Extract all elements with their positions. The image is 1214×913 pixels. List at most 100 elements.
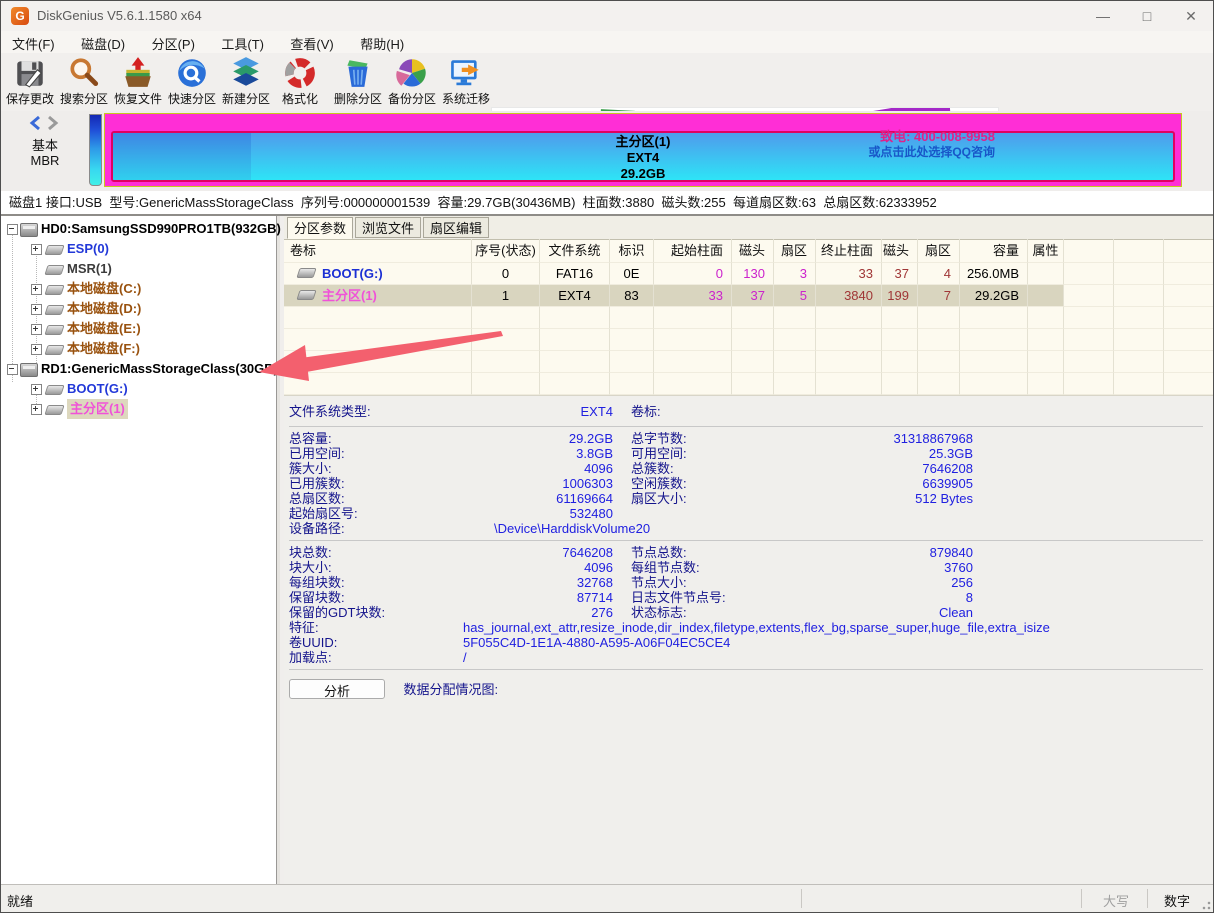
tree-item-msr[interactable]: MSR(1) (1, 259, 276, 279)
partition-block[interactable]: 主分区(1) EXT4 29.2GB (111, 131, 1175, 182)
menu-bar: 文件(F) 磁盘(D) 分区(P) 工具(T) 查看(V) 帮助(H) (1, 31, 1213, 53)
tree-item-esp[interactable]: ESP(0) (1, 239, 276, 259)
table-row-primary-selected[interactable]: 主分区(1) 1 EXT4 83 33 37 5 3840 199 7 29.2… (284, 285, 1213, 307)
partition-icon (44, 285, 65, 295)
quick-partition-button[interactable]: 快速分区 (165, 55, 219, 109)
tree-item-primary-partition[interactable]: 主分区(1) (1, 399, 276, 419)
resize-grip[interactable] (1199, 898, 1211, 910)
detail-panel: 分区参数 浏览文件 扇区编辑 卷标 序号(状态) 文件系统 标识 起始柱面 磁头… (284, 216, 1213, 886)
delete-partition-button[interactable]: 删除分区 (331, 55, 385, 109)
tree-item-rd1[interactable]: RD1:GenericMassStorageClass(30GB) (1, 359, 278, 379)
title-bar: G DiskGenius V5.6.1.1580 x64 — □ ✕ (1, 1, 1213, 32)
monitor-arrow-icon (451, 60, 479, 86)
menu-partition[interactable]: 分区(P) (141, 31, 206, 53)
table-row-boot[interactable]: BOOT(G:) 0 FAT16 0E 0 130 3 33 37 4 256.… (284, 263, 1213, 285)
collapse-icon[interactable] (7, 364, 18, 375)
tree-item-disk-f[interactable]: 本地磁盘(F:) (1, 339, 276, 359)
empty-row (284, 307, 1213, 329)
tree-item-disk-d[interactable]: 本地磁盘(D:) (1, 299, 276, 319)
tree-item-boot-g[interactable]: BOOT(G:) (1, 379, 276, 399)
partition-icon (296, 268, 317, 278)
minimize-button[interactable]: — (1081, 1, 1125, 31)
caps-lock-indicator: 大写 (1102, 894, 1129, 909)
tree-item-disk-e[interactable]: 本地磁盘(E:) (1, 319, 276, 339)
app-icon: G (11, 7, 29, 25)
tree-item-disk-c[interactable]: 本地磁盘(C:) (1, 279, 276, 299)
status-divider (801, 889, 802, 908)
menu-view[interactable]: 查看(V) (279, 31, 344, 53)
disk-nav-arrows[interactable] (27, 115, 67, 131)
tab-sector-edit[interactable]: 扇区编辑 (423, 217, 489, 238)
next-disk-icon (48, 115, 59, 131)
filler-column (1164, 239, 1213, 263)
partition-scheme-label: MBR (30, 153, 60, 168)
expand-icon[interactable] (31, 284, 42, 295)
menu-help[interactable]: 帮助(H) (349, 31, 415, 53)
expand-icon[interactable] (31, 384, 42, 395)
system-migration-button[interactable]: 系统迁移 (439, 55, 493, 109)
partition-icon (44, 405, 65, 415)
format-icon (285, 58, 315, 88)
partition-block-text: 主分区(1) EXT4 29.2GB (615, 134, 671, 181)
recover-icon (125, 57, 151, 87)
trash-icon (347, 60, 368, 87)
save-icon (17, 61, 43, 88)
menu-disk[interactable]: 磁盘(D) (70, 31, 136, 53)
num-lock-indicator: 数字 (1163, 894, 1190, 909)
partition-icon (44, 325, 65, 335)
collapse-icon[interactable] (7, 224, 18, 235)
divider (289, 540, 1203, 541)
ad-qq-link[interactable]: 或点击此处选择QQ咨询 (868, 143, 995, 160)
partition-icon (44, 265, 65, 275)
toolbar: 保存更改 搜索分区 恢复文件 快速分区 新建分区 格式化 删除分区 备份分区 系… (1, 53, 1213, 162)
backup-partition-button[interactable]: 备份分区 (385, 55, 439, 109)
analyze-button[interactable]: 分析 (289, 679, 385, 699)
tab-browse-files[interactable]: 浏览文件 (355, 217, 421, 238)
maximize-button[interactable]: □ (1125, 1, 1169, 31)
partition-overview-panel: 基本 MBR 主分区(1) EXT4 29.2GB (1, 111, 1213, 192)
hdd-icon (20, 223, 38, 237)
diskgenius-window: G DiskGenius V5.6.1.1580 x64 — □ ✕ 文件(F)… (0, 0, 1214, 913)
format-button[interactable]: 格式化 (273, 55, 327, 109)
recover-files-button[interactable]: 恢复文件 (111, 55, 165, 109)
hdd-icon (20, 363, 38, 377)
empty-row (284, 373, 1213, 395)
disk-bar[interactable]: 主分区(1) EXT4 29.2GB (104, 113, 1182, 187)
expand-icon[interactable] (31, 324, 42, 335)
empty-row (284, 329, 1213, 351)
disk-type-label: 基本 (31, 138, 58, 153)
uuid-row: 卷UUID: 5F055C4D-1E1A-4880-A595-A06F04EC5C… (289, 635, 731, 650)
expand-icon[interactable] (31, 404, 42, 415)
new-partition-button[interactable]: 新建分区 (219, 55, 273, 109)
filler-column (1064, 239, 1114, 263)
new-partition-icon (233, 57, 259, 86)
tab-strip: 分区参数 浏览文件 扇区编辑 (284, 216, 1213, 240)
search-partition-button[interactable]: 搜索分区 (57, 55, 111, 109)
prev-disk-icon (29, 115, 40, 131)
expand-icon[interactable] (31, 304, 42, 315)
close-button[interactable]: ✕ (1169, 1, 1213, 31)
menu-file[interactable]: 文件(F) (1, 31, 66, 53)
tree-item-hd0[interactable]: HD0:SamsungSSD990PRO1TB(932GB) (1, 219, 281, 239)
partition-icon (44, 385, 65, 395)
save-changes-button[interactable]: 保存更改 (3, 55, 57, 109)
partition-icon (44, 305, 65, 315)
filesystem-details: 文件系统类型: EXT4 卷标: 总容量: 29.2GB 总字节数: 31318867… (284, 395, 1213, 886)
partition-icon (296, 290, 317, 300)
partition-icon (44, 245, 65, 255)
magnifier-icon (70, 58, 99, 87)
table-header: 卷标 序号(状态) 文件系统 标识 起始柱面 磁头 扇区 终止柱面 磁头 扇区 … (284, 239, 1213, 263)
mount-point-row: 加载点: / (289, 650, 467, 665)
pie-icon (396, 59, 426, 87)
status-divider (1081, 889, 1082, 908)
expand-icon[interactable] (31, 244, 42, 255)
status-ready: 就绪 (7, 894, 34, 909)
device-path-row: 设备路径: \Device\HarddiskVolume20 (289, 521, 651, 536)
tab-partition-params[interactable]: 分区参数 (287, 217, 353, 239)
partition-table: 卷标 序号(状态) 文件系统 标识 起始柱面 磁头 扇区 终止柱面 磁头 扇区 … (284, 239, 1213, 395)
fs-type-row: 文件系统类型: EXT4 卷标: (289, 404, 661, 419)
window-title: DiskGenius V5.6.1.1580 x64 (37, 8, 202, 23)
menu-tools[interactable]: 工具(T) (210, 31, 275, 53)
disk-info-line: 磁盘1 接口:USB 型号:GenericMassStorageClass 序列… (1, 191, 1213, 216)
expand-icon[interactable] (31, 344, 42, 355)
